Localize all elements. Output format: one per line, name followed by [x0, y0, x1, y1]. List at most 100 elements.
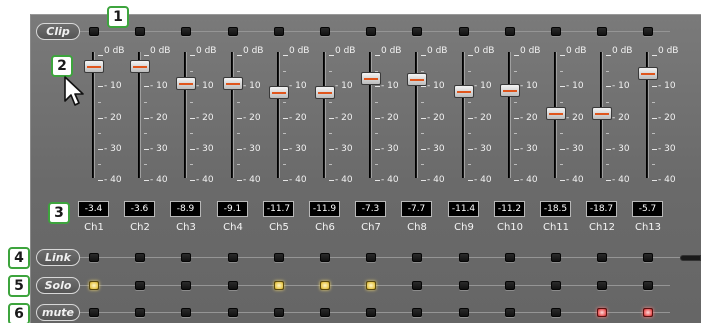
scale-minor-tick — [375, 133, 378, 134]
mute-button[interactable] — [597, 308, 607, 317]
fader-thumb[interactable] — [454, 85, 474, 98]
link-button[interactable] — [89, 253, 99, 262]
fader-thumb[interactable] — [269, 86, 289, 99]
scale-minor-tick — [560, 102, 563, 103]
scale-tick — [514, 55, 519, 56]
scale-label: - 30 — [474, 144, 492, 154]
mute-button[interactable] — [643, 308, 653, 317]
solo-button[interactable] — [643, 281, 653, 290]
scale-tick — [606, 149, 611, 150]
link-button[interactable] — [366, 253, 376, 262]
mute-button[interactable] — [181, 308, 191, 317]
scale-tick — [652, 86, 657, 87]
mute-button[interactable] — [412, 308, 422, 317]
fader-thumb[interactable] — [592, 107, 612, 120]
scale-minor-tick — [190, 133, 193, 134]
scale-minor-tick — [560, 133, 563, 134]
scale-label: - 40 — [658, 175, 676, 185]
scale-label: - 10 — [520, 81, 538, 91]
fader-thumb[interactable] — [176, 77, 196, 90]
mute-button[interactable] — [459, 308, 469, 317]
solo-button[interactable] — [505, 281, 515, 290]
scale-minor-tick — [514, 71, 517, 72]
scale-tick — [237, 149, 242, 150]
mute-button[interactable] — [274, 308, 284, 317]
scale-tick — [98, 86, 103, 87]
fader-track[interactable] — [508, 52, 511, 178]
solo-button[interactable] — [459, 281, 469, 290]
fader-track[interactable] — [231, 52, 234, 178]
solo-row-label: Solo — [36, 277, 80, 294]
scale-label: - 20 — [104, 113, 122, 123]
scale-tick — [98, 118, 103, 119]
scale-label: - 20 — [335, 113, 353, 123]
solo-button[interactable] — [551, 281, 561, 290]
link-button[interactable] — [597, 253, 607, 262]
channel-name: Ch5 — [269, 222, 289, 233]
solo-button[interactable] — [366, 281, 376, 290]
fader-thumb[interactable] — [500, 84, 520, 97]
solo-button[interactable] — [412, 281, 422, 290]
scale-minor-tick — [606, 133, 609, 134]
scale-minor-tick — [329, 71, 332, 72]
scale-label: - 40 — [196, 175, 214, 185]
link-button[interactable] — [320, 253, 330, 262]
solo-button[interactable] — [597, 281, 607, 290]
fader-track[interactable] — [369, 52, 372, 178]
scale-label: 0 dB — [289, 46, 310, 56]
link-button[interactable] — [551, 253, 561, 262]
clip-row-label: Clip — [36, 23, 80, 40]
solo-button[interactable] — [135, 281, 145, 290]
solo-button[interactable] — [181, 281, 191, 290]
fader-thumb[interactable] — [130, 60, 150, 73]
scale-tick — [560, 86, 565, 87]
mute-button[interactable] — [505, 308, 515, 317]
scale-minor-tick — [283, 133, 286, 134]
mute-button[interactable] — [135, 308, 145, 317]
scale-tick — [98, 55, 103, 56]
scale-tick — [237, 118, 242, 119]
mute-button[interactable] — [320, 308, 330, 317]
mute-button[interactable] — [228, 308, 238, 317]
scale-minor-tick — [144, 164, 147, 165]
fader-thumb[interactable] — [223, 77, 243, 90]
scale-label: - 20 — [520, 113, 538, 123]
scale-minor-tick — [329, 102, 332, 103]
solo-button[interactable] — [89, 281, 99, 290]
scale-minor-tick — [237, 133, 240, 134]
callout-2: 2 — [51, 55, 73, 77]
link-button[interactable] — [643, 253, 653, 262]
mute-button[interactable] — [551, 308, 561, 317]
fader-track[interactable] — [415, 52, 418, 178]
fader-thumb[interactable] — [638, 67, 658, 80]
link-button[interactable] — [505, 253, 515, 262]
scale-label: 0 dB — [335, 46, 356, 56]
fader-thumb[interactable] — [315, 86, 335, 99]
fader-track[interactable] — [184, 52, 187, 178]
scale-label: 0 dB — [566, 46, 587, 56]
solo-button[interactable] — [274, 281, 284, 290]
clip-indicator — [551, 27, 561, 36]
link-button[interactable] — [228, 253, 238, 262]
link-button[interactable] — [274, 253, 284, 262]
fader-thumb[interactable] — [361, 72, 381, 85]
link-button[interactable] — [412, 253, 422, 262]
solo-button[interactable] — [320, 281, 330, 290]
panel-scroll-handle[interactable] — [680, 255, 701, 261]
fader-thumb[interactable] — [407, 73, 427, 86]
fader-thumb[interactable] — [546, 107, 566, 120]
mute-button[interactable] — [366, 308, 376, 317]
solo-button[interactable] — [228, 281, 238, 290]
fader-track[interactable] — [277, 52, 280, 178]
fader-thumb[interactable] — [84, 60, 104, 73]
link-button[interactable] — [135, 253, 145, 262]
scale-minor-tick — [144, 133, 147, 134]
scale-minor-tick — [652, 102, 655, 103]
mute-button[interactable] — [89, 308, 99, 317]
fader-track[interactable] — [323, 52, 326, 178]
fader-track[interactable] — [462, 52, 465, 178]
scale-minor-tick — [237, 164, 240, 165]
link-button[interactable] — [181, 253, 191, 262]
link-button[interactable] — [459, 253, 469, 262]
scale-tick — [329, 118, 334, 119]
